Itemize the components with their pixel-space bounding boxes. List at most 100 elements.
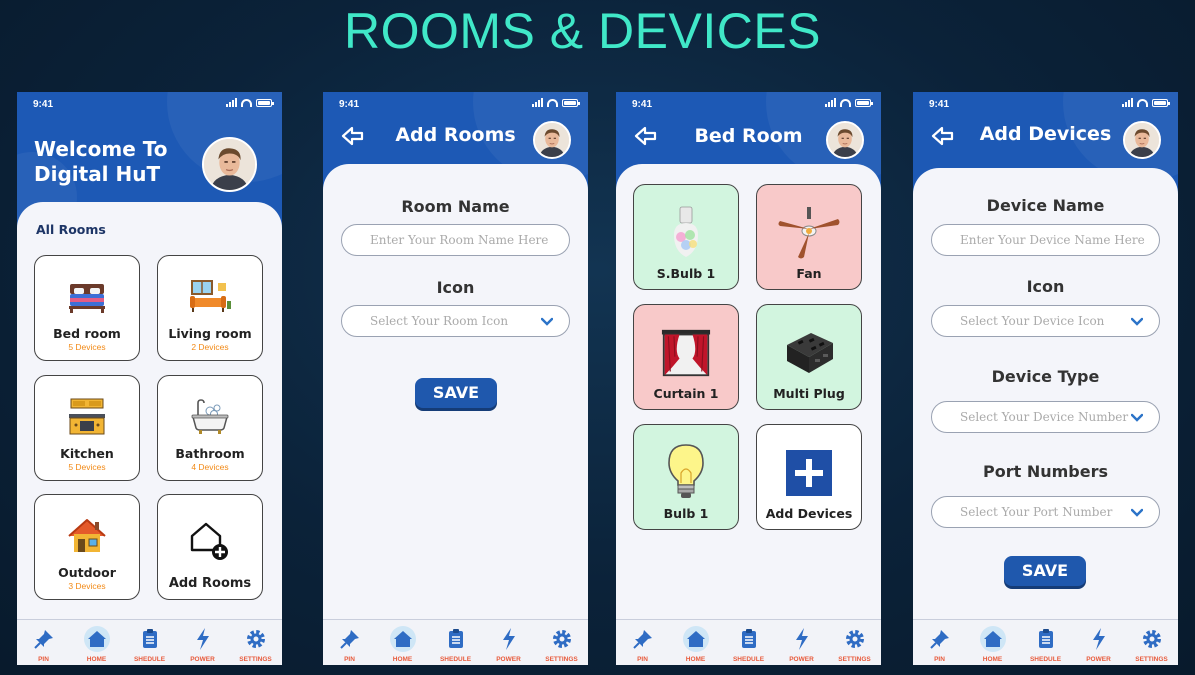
room-device-count: 4 Devices: [191, 462, 229, 472]
avatar[interactable]: [533, 121, 571, 159]
device-type-select[interactable]: Select Your Device Number: [931, 401, 1160, 433]
room-name: Bed room: [53, 326, 121, 341]
status-bar: 9:41: [323, 92, 588, 116]
avatar[interactable]: [1123, 121, 1161, 159]
pin-icon: [337, 626, 363, 652]
gear-icon: [1139, 626, 1165, 652]
ceiling-fan-icon: [774, 204, 844, 262]
rooms-panel: All Rooms Bed room 5 Devices Living room…: [17, 202, 282, 619]
wifi-icon: [840, 98, 851, 107]
nav-home[interactable]: HOME: [669, 620, 722, 665]
nav-pin[interactable]: PIN: [17, 620, 70, 665]
device-tile-smart-bulb[interactable]: S.Bulb 1: [633, 184, 739, 290]
header-title: Add Devices: [979, 123, 1112, 145]
device-name-field[interactable]: [931, 224, 1160, 256]
nav-pin[interactable]: PIN: [616, 620, 669, 665]
clipboard-icon: [443, 626, 469, 652]
nav-power[interactable]: POWER: [775, 620, 828, 665]
room-name-input[interactable]: [370, 233, 569, 247]
device-tile-bulb[interactable]: Bulb 1: [633, 424, 739, 530]
room-tile-bathroom[interactable]: Bathroom 4 Devices: [157, 375, 263, 481]
wifi-icon: [1137, 98, 1148, 107]
device-name: Fan: [796, 266, 822, 281]
device-tile-curtain[interactable]: Curtain 1: [633, 304, 739, 410]
icon-label: Icon: [1026, 277, 1065, 296]
device-name: S.Bulb 1: [656, 266, 716, 281]
nav-settings[interactable]: SETTINGS: [828, 620, 881, 665]
signal-icon: [825, 98, 836, 107]
nav-label: POWER: [190, 656, 215, 663]
battery-icon: [1152, 98, 1170, 107]
add-home-icon: [185, 516, 235, 566]
phone-add-devices-screen: 9:41 Add Devices Device Name Icon Select…: [913, 92, 1178, 665]
nav-label: PIN: [637, 656, 648, 663]
room-tile-living-room[interactable]: Living room 2 Devices: [157, 255, 263, 361]
add-room-label: Add Rooms: [168, 576, 252, 591]
nav-settings[interactable]: SETTINGS: [229, 620, 282, 665]
add-device-form: Device Name Icon Select Your Device Icon…: [913, 168, 1178, 619]
nav-schedule[interactable]: SHEDULE: [722, 620, 775, 665]
home-icon: [682, 626, 709, 652]
port-number-select[interactable]: Select Your Port Number: [931, 496, 1160, 528]
device-name-input[interactable]: [960, 233, 1159, 247]
device-tile-multi-plug[interactable]: Multi Plug: [756, 304, 862, 410]
header-title: Add Rooms: [395, 124, 516, 146]
nav-schedule[interactable]: SHEDULE: [429, 620, 482, 665]
welcome-line-1: Welcome To: [34, 137, 168, 161]
add-device-label: Add Devices: [765, 506, 853, 521]
save-button[interactable]: SAVE: [415, 378, 497, 408]
phone-home-screen: 9:41 Welcome To Digital HuT All Rooms Be…: [17, 92, 282, 665]
user-avatar-icon: [1125, 123, 1159, 157]
nav-settings[interactable]: SETTINGS: [1125, 620, 1178, 665]
pin-icon: [31, 626, 57, 652]
chevron-down-icon: [1131, 317, 1143, 326]
add-room-tile[interactable]: Add Rooms: [157, 494, 263, 600]
bottom-nav: PIN HOME SHEDULE POWER SETTINGS: [616, 619, 881, 665]
back-arrow-icon[interactable]: [634, 126, 658, 146]
back-arrow-icon[interactable]: [341, 126, 365, 146]
nav-home[interactable]: HOME: [70, 620, 123, 665]
clipboard-icon: [736, 626, 762, 652]
add-device-tile[interactable]: Add Devices: [756, 424, 862, 530]
room-device-count: 5 Devices: [68, 342, 106, 352]
status-time: 9:41: [929, 99, 950, 110]
room-icon-placeholder: Select Your Room Icon: [370, 314, 509, 328]
nav-home[interactable]: HOME: [966, 620, 1019, 665]
signal-icon: [226, 98, 237, 107]
room-tile-kitchen[interactable]: Kitchen 5 Devices: [34, 375, 140, 481]
nav-schedule[interactable]: SHEDULE: [123, 620, 176, 665]
avatar[interactable]: [826, 121, 864, 159]
room-tile-outdoor[interactable]: Outdoor 3 Devices: [34, 494, 140, 600]
room-name-field[interactable]: [341, 224, 570, 256]
nav-power[interactable]: POWER: [482, 620, 535, 665]
icon-label: Icon: [436, 278, 475, 297]
back-arrow-icon[interactable]: [931, 126, 955, 146]
nav-schedule[interactable]: SHEDULE: [1019, 620, 1072, 665]
home-icon: [83, 626, 110, 652]
room-icon-select[interactable]: Select Your Room Icon: [341, 305, 570, 337]
room-tile-bed-room[interactable]: Bed room 5 Devices: [34, 255, 140, 361]
home-icon: [979, 626, 1006, 652]
battery-icon: [256, 98, 274, 107]
gear-icon: [549, 626, 575, 652]
nav-pin[interactable]: PIN: [323, 620, 376, 665]
nav-label: HOME: [685, 656, 706, 663]
nav-power[interactable]: POWER: [1072, 620, 1125, 665]
room-device-count: 3 Devices: [68, 581, 106, 591]
lightning-icon: [789, 626, 815, 652]
save-button[interactable]: SAVE: [1004, 556, 1086, 586]
device-icon-select[interactable]: Select Your Device Icon: [931, 305, 1160, 337]
user-avatar-icon: [535, 123, 569, 157]
bottom-nav: PIN HOME SHEDULE POWER SETTINGS: [323, 619, 588, 665]
signal-icon: [532, 98, 543, 107]
nav-home[interactable]: HOME: [376, 620, 429, 665]
avatar[interactable]: [202, 137, 257, 192]
nav-label: SETTINGS: [838, 656, 871, 663]
nav-label: SHEDULE: [732, 656, 765, 663]
nav-pin[interactable]: PIN: [913, 620, 966, 665]
device-tile-fan[interactable]: Fan: [756, 184, 862, 290]
nav-settings[interactable]: SETTINGS: [535, 620, 588, 665]
curtain-icon: [661, 324, 711, 382]
phone-bed-room-screen: 9:41 Bed Room S.Bulb 1 Fan Curtain 1 Mul…: [616, 92, 881, 665]
nav-power[interactable]: POWER: [176, 620, 229, 665]
